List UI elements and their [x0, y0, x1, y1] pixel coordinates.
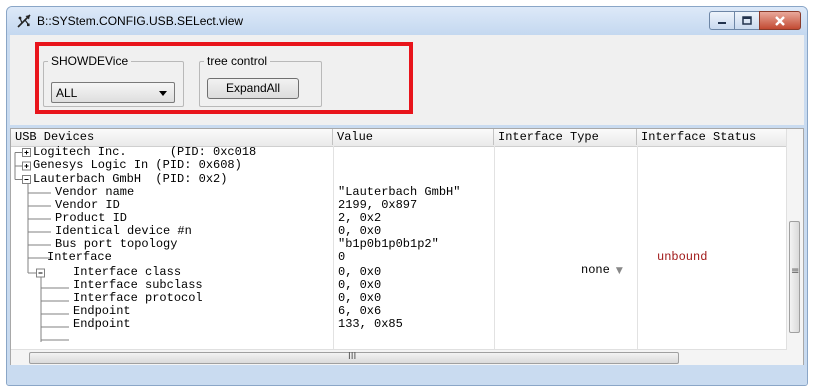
- table-row[interactable]: Endpoint 133, 0x85: [11, 318, 787, 331]
- toolbar: SHOWDEVice ALL tree control ExpandAll: [10, 35, 804, 125]
- table-row[interactable]: Vendor ID 2199, 0x897: [11, 199, 787, 212]
- window-controls: [709, 11, 801, 30]
- usb-icon: [17, 14, 31, 28]
- column-header-interface-status[interactable]: Interface Status: [637, 129, 789, 145]
- column-header-value[interactable]: Value: [333, 129, 494, 145]
- interface-status: unbound: [657, 250, 708, 264]
- title-bar[interactable]: B::SYStem.CONFIG.USB.SELect.view: [7, 7, 807, 35]
- table-row[interactable]: Genesys Logic In (PID: 0x608): [11, 159, 787, 172]
- property-name: Endpoint: [73, 317, 131, 331]
- maximize-button[interactable]: [734, 11, 759, 30]
- minimize-icon: [718, 21, 726, 24]
- property-value: "b1p0b1p0b1p2": [338, 237, 439, 251]
- minimize-button[interactable]: [709, 11, 734, 30]
- table-body: Logitech Inc. (PID: 0xc018 Genesys Logic…: [11, 146, 787, 350]
- device-name: Genesys Logic In (PID: 0x608): [33, 158, 242, 172]
- column-header-usb-devices[interactable]: USB Devices: [11, 129, 333, 145]
- table-header: USB Devices Value Interface Type Interfa…: [11, 129, 789, 147]
- interface-name: Interface: [47, 250, 112, 264]
- highlight-box: [35, 42, 413, 114]
- window-title: B::SYStem.CONFIG.USB.SELect.view: [37, 14, 244, 28]
- vertical-scroll-thumb[interactable]: ≡: [789, 221, 800, 333]
- window-bottom-frame: [7, 365, 807, 385]
- horizontal-scroll-thumb[interactable]: III: [29, 351, 679, 364]
- usb-tree-table: USB Devices Value Interface Type Interfa…: [10, 128, 804, 368]
- close-icon: [775, 15, 785, 26]
- grip-icon: III: [348, 351, 357, 362]
- close-button[interactable]: [759, 11, 801, 30]
- vertical-scrollbar[interactable]: ≡: [786, 129, 803, 350]
- grip-icon: ≡: [791, 266, 800, 277]
- property-value: 133, 0x85: [338, 317, 403, 331]
- table-row[interactable]: Interface 0 none ▼ unbound: [11, 250, 787, 277]
- column-header-interface-type[interactable]: Interface Type: [494, 129, 637, 145]
- interface-value: 0: [338, 250, 346, 264]
- maximize-icon: [742, 15, 752, 25]
- window: B::SYStem.CONFIG.USB.SELect.view SHOWDEV…: [6, 6, 808, 386]
